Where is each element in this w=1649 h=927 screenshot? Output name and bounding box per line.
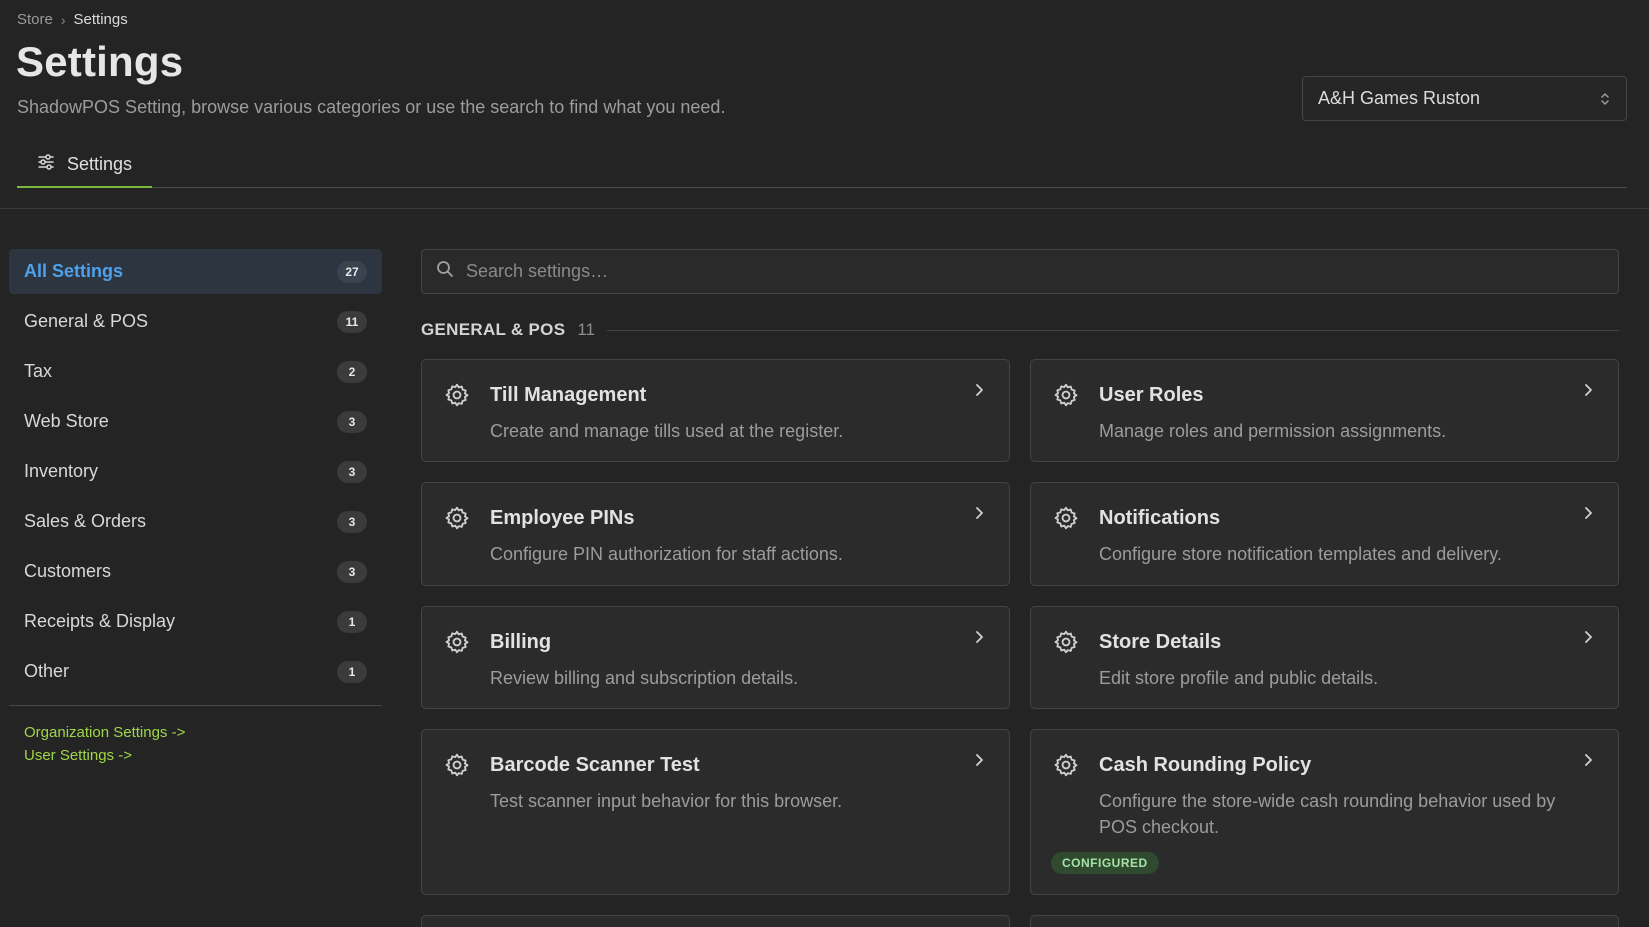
page-subtitle: ShadowPOS Setting, browse various catego… [17, 97, 726, 117]
sidebar-item-label: Receipts & Display [24, 611, 176, 631]
settings-page: Store › Settings Settings ShadowPOS Sett… [0, 0, 1649, 927]
card-description: Manage roles and permission assignments. [1099, 421, 1447, 441]
count-badge: 3 [337, 560, 367, 583]
count-badge: 1 [337, 660, 367, 683]
tab-settings[interactable]: Settings [17, 142, 152, 188]
count-badge: 11 [337, 310, 367, 333]
setting-card-user-roles[interactable]: User Roles Manage roles and permission a… [1030, 359, 1619, 462]
sidebar-item-label: Sales & Orders [24, 511, 147, 531]
card-title: Barcode Scanner Test [490, 754, 700, 776]
card-description: Test scanner input behavior for this bro… [490, 791, 843, 811]
sliders-icon [37, 153, 55, 176]
card-description: Review billing and subscription details. [490, 668, 799, 688]
user-settings-link[interactable]: User Settings -> [24, 747, 367, 764]
setting-card-partial[interactable] [1030, 915, 1619, 927]
sidebar-item-label: Customers [24, 561, 112, 581]
tab-bar: Settings [17, 142, 1627, 188]
breadcrumb-separator: › [60, 11, 66, 28]
store-select-value: A&H Games Ruston [1318, 88, 1481, 108]
chevron-right-icon [973, 505, 987, 526]
breadcrumb-current: Settings [73, 11, 128, 28]
section-divider [607, 329, 1619, 331]
sidebar-item-general-pos[interactable]: General & POS 11 [9, 299, 382, 344]
sidebar-item-other[interactable]: Other 1 [9, 649, 382, 694]
chevron-right-icon [1582, 382, 1596, 403]
count-badge: 3 [337, 410, 367, 433]
gear-icon [1053, 629, 1079, 660]
sidebar-item-customers[interactable]: Customers 3 [9, 549, 382, 594]
sidebar-item-label: Tax [24, 361, 53, 381]
count-badge: 3 [337, 460, 367, 483]
sidebar-item-receipts-display[interactable]: Receipts & Display 1 [9, 599, 382, 644]
card-description: Create and manage tills used at the regi… [490, 421, 844, 441]
sidebar-item-label: General & POS [24, 311, 149, 331]
sidebar-item-sales-orders[interactable]: Sales & Orders 3 [9, 499, 382, 544]
category-sidebar: All Settings 27 General & POS 11 Tax 2 W… [9, 249, 382, 770]
setting-card-billing[interactable]: Billing Review billing and subscription … [421, 606, 1010, 709]
count-badge: 2 [337, 360, 367, 383]
setting-card-barcode-scanner-test[interactable]: Barcode Scanner Test Test scanner input … [421, 729, 1010, 895]
tab-settings-label: Settings [66, 153, 133, 174]
search-input[interactable] [466, 261, 1604, 282]
breadcrumb: Store › Settings [17, 11, 128, 28]
gear-icon [1053, 382, 1079, 413]
chevron-right-icon [973, 382, 987, 403]
sidebar-item-tax[interactable]: Tax 2 [9, 349, 382, 394]
chevron-right-icon [1582, 752, 1596, 773]
organization-settings-link[interactable]: Organization Settings -> [24, 724, 367, 741]
chevron-right-icon [973, 629, 987, 650]
card-title: Employee PINs [490, 507, 635, 529]
sidebar-item-label: Other [24, 661, 70, 681]
page-title: Settings [16, 38, 184, 85]
card-description: Configure store notification templates a… [1099, 544, 1502, 564]
card-title: Notifications [1099, 507, 1221, 529]
count-badge: 27 [337, 260, 367, 283]
card-description: Edit store profile and public details. [1099, 668, 1379, 688]
sidebar-item-label: All Settings [24, 261, 124, 281]
sidebar-links: Organization Settings -> User Settings -… [9, 706, 382, 764]
search-icon [436, 260, 454, 283]
gear-icon [444, 505, 470, 536]
gear-icon [444, 752, 470, 783]
section-header: GENERAL & POS 11 [421, 320, 1619, 340]
card-title: User Roles [1099, 384, 1204, 406]
card-title: Billing [490, 631, 552, 653]
configured-badge: CONFIGURED [1051, 852, 1159, 874]
card-title: Till Management [490, 384, 647, 406]
card-description: Configure PIN authorization for staff ac… [490, 544, 843, 564]
section-count: 11 [577, 320, 595, 339]
search-box [421, 249, 1619, 294]
header-divider [0, 208, 1649, 209]
chevron-right-icon [1582, 505, 1596, 526]
breadcrumb-store-link[interactable]: Store [17, 11, 53, 28]
chevron-right-icon [973, 752, 987, 773]
sidebar-item-web-store[interactable]: Web Store 3 [9, 399, 382, 444]
sidebar-item-label: Inventory [24, 461, 99, 481]
setting-card-employee-pins[interactable]: Employee PINs Configure PIN authorizatio… [421, 482, 1010, 586]
setting-card-notifications[interactable]: Notifications Configure store notificati… [1030, 482, 1619, 586]
chevron-up-down-icon [1599, 90, 1611, 108]
card-title: Cash Rounding Policy [1099, 754, 1312, 776]
setting-card-partial[interactable] [421, 915, 1010, 927]
store-select[interactable]: A&H Games Ruston [1302, 76, 1627, 121]
setting-card-store-details[interactable]: Store Details Edit store profile and pub… [1030, 606, 1619, 709]
gear-icon [1053, 505, 1079, 536]
chevron-right-icon [1582, 629, 1596, 650]
gear-icon [444, 382, 470, 413]
setting-card-till-management[interactable]: Till Management Create and manage tills … [421, 359, 1010, 462]
setting-card-cash-rounding-policy[interactable]: Cash Rounding Policy Configure the store… [1030, 729, 1619, 895]
sidebar-item-all-settings[interactable]: All Settings 27 [9, 249, 382, 294]
count-badge: 1 [337, 610, 367, 633]
count-badge: 3 [337, 510, 367, 533]
sidebar-item-inventory[interactable]: Inventory 3 [9, 449, 382, 494]
section-title: GENERAL & POS [421, 320, 566, 339]
gear-icon [444, 629, 470, 660]
sidebar-item-label: Web Store [24, 411, 109, 431]
gear-icon [1053, 752, 1079, 783]
card-description: Configure the store-wide cash rounding b… [1099, 791, 1556, 837]
card-title: Store Details [1099, 631, 1222, 653]
